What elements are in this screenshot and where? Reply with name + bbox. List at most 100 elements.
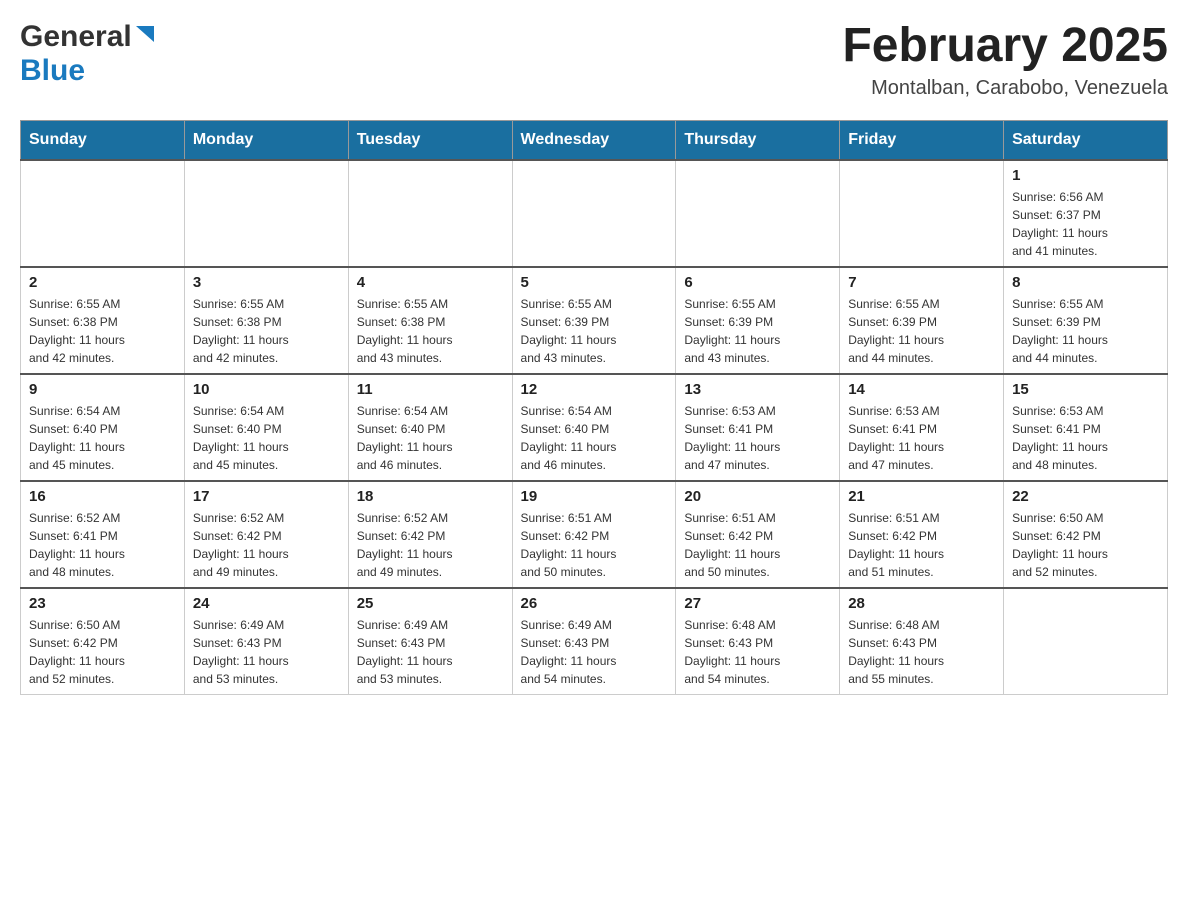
day-cell: 3 Sunrise: 6:55 AMSunset: 6:38 PMDaylight… (184, 267, 348, 374)
day-cell: 28 Sunrise: 6:48 AMSunset: 6:43 PMDayligh… (840, 588, 1004, 695)
day-cell: 9Sunrise: 6:54 AMSunset: 6:40 PMDaylight… (21, 374, 185, 481)
logo-triangle-icon (134, 26, 156, 44)
header-tuesday: Tuesday (348, 120, 512, 160)
day-number: 15 (1012, 381, 1159, 398)
day-info: Sunrise: 6:51 AMSunset: 6:42 PMDaylight:… (848, 509, 995, 581)
day-cell: 2 Sunrise: 6:55 AMSunset: 6:38 PMDaylight… (21, 267, 185, 374)
day-cell: 8 Sunrise: 6:55 AMSunset: 6:39 PMDaylight… (1004, 267, 1168, 374)
header-friday: Friday (840, 120, 1004, 160)
header-saturday: Saturday (1004, 120, 1168, 160)
day-cell: 4 Sunrise: 6:55 AMSunset: 6:38 PMDaylight… (348, 267, 512, 374)
day-info: Sunrise: 6:53 AMSunset: 6:41 PMDaylight:… (1012, 402, 1159, 474)
day-number: 6 (684, 274, 831, 291)
day-info: Sunrise: 6:54 AMSunset: 6:40 PMDaylight:… (193, 402, 340, 474)
day-info: Sunrise: 6:52 AMSunset: 6:42 PMDaylight:… (193, 509, 340, 581)
day-number: 20 (684, 488, 831, 505)
day-info: Sunrise: 6:56 AMSunset: 6:37 PMDaylight:… (1012, 188, 1159, 260)
day-number: 21 (848, 488, 995, 505)
week-row-2: 2 Sunrise: 6:55 AMSunset: 6:38 PMDaylight… (21, 267, 1168, 374)
day-number: 23 (29, 595, 176, 612)
week-row-5: 23 Sunrise: 6:50 AMSunset: 6:42 PMDayligh… (21, 588, 1168, 695)
day-number: 7 (848, 274, 995, 291)
day-cell: 26 Sunrise: 6:49 AMSunset: 6:43 PMDayligh… (512, 588, 676, 695)
day-info: Sunrise: 6:54 AMSunset: 6:40 PMDaylight:… (357, 402, 504, 474)
day-number: 28 (848, 595, 995, 612)
logo-general-text: General (20, 20, 132, 54)
day-info: Sunrise: 6:48 AMSunset: 6:43 PMDaylight:… (848, 616, 995, 688)
day-cell (676, 160, 840, 267)
day-cell (840, 160, 1004, 267)
day-number: 16 (29, 488, 176, 505)
day-cell: 11Sunrise: 6:54 AMSunset: 6:40 PMDayligh… (348, 374, 512, 481)
title-block: February 2025 Montalban, Carabobo, Venez… (842, 20, 1168, 100)
week-row-3: 9 Sunrise: 6:54 AMSunset: 6:40 PMDaylight… (21, 374, 1168, 481)
day-info: Sunrise: 6:49 AMSunset: 6:43 PMDaylight:… (357, 616, 504, 688)
day-info: Sunrise: 6:55 AMSunset: 6:38 PMDaylight:… (29, 295, 176, 367)
day-cell: 6 Sunrise: 6:55 AMSunset: 6:39 PMDaylight… (676, 267, 840, 374)
day-info: Sunrise: 6:55 AMSunset: 6:39 PMDaylight:… (684, 295, 831, 367)
day-info: Sunrise: 6:51 AMSunset: 6:42 PMDaylight:… (684, 509, 831, 581)
day-cell: 13Sunrise: 6:53 AMSunset: 6:41 PMDayligh… (676, 374, 840, 481)
day-number: 10 (193, 381, 340, 398)
day-cell: 19 Sunrise: 6:51 AMSunset: 6:42 PMDayligh… (512, 481, 676, 588)
logo: General Blue (20, 20, 156, 88)
day-cell: 20 Sunrise: 6:51 AMSunset: 6:42 PMDayligh… (676, 481, 840, 588)
day-cell: 12 Sunrise: 6:54 AMSunset: 6:40 PMDayligh… (512, 374, 676, 481)
day-number: 25 (357, 595, 504, 612)
day-info: Sunrise: 6:55 AMSunset: 6:39 PMDaylight:… (848, 295, 995, 367)
day-number: 8 (1012, 274, 1159, 291)
header-monday: Monday (184, 120, 348, 160)
day-number: 19 (521, 488, 668, 505)
day-number: 5 (521, 274, 668, 291)
page-header: General Blue February 2025 Montalban, Ca… (20, 20, 1168, 100)
day-info: Sunrise: 6:54 AMSunset: 6:40 PMDaylight:… (521, 402, 668, 474)
day-number: 2 (29, 274, 176, 291)
day-info: Sunrise: 6:55 AMSunset: 6:38 PMDaylight:… (357, 295, 504, 367)
day-number: 1 (1012, 167, 1159, 184)
header-thursday: Thursday (676, 120, 840, 160)
day-cell: 23 Sunrise: 6:50 AMSunset: 6:42 PMDayligh… (21, 588, 185, 695)
day-cell: 14Sunrise: 6:53 AMSunset: 6:41 PMDayligh… (840, 374, 1004, 481)
day-info: Sunrise: 6:52 AMSunset: 6:41 PMDaylight:… (29, 509, 176, 581)
day-cell: 10 Sunrise: 6:54 AMSunset: 6:40 PMDayligh… (184, 374, 348, 481)
day-cell: 17 Sunrise: 6:52 AMSunset: 6:42 PMDayligh… (184, 481, 348, 588)
day-number: 9 (29, 381, 176, 398)
day-number: 3 (193, 274, 340, 291)
day-number: 22 (1012, 488, 1159, 505)
header-sunday: Sunday (21, 120, 185, 160)
day-number: 18 (357, 488, 504, 505)
day-info: Sunrise: 6:55 AMSunset: 6:38 PMDaylight:… (193, 295, 340, 367)
day-cell: 21 Sunrise: 6:51 AMSunset: 6:42 PMDayligh… (840, 481, 1004, 588)
day-number: 24 (193, 595, 340, 612)
day-cell: 24 Sunrise: 6:49 AMSunset: 6:43 PMDayligh… (184, 588, 348, 695)
day-cell: 15 Sunrise: 6:53 AMSunset: 6:41 PMDayligh… (1004, 374, 1168, 481)
day-number: 17 (193, 488, 340, 505)
day-number: 12 (521, 381, 668, 398)
day-info: Sunrise: 6:48 AMSunset: 6:43 PMDaylight:… (684, 616, 831, 688)
day-info: Sunrise: 6:50 AMSunset: 6:42 PMDaylight:… (29, 616, 176, 688)
location-text: Montalban, Carabobo, Venezuela (842, 77, 1168, 100)
week-row-1: 1 Sunrise: 6:56 AMSunset: 6:37 PMDaylight… (21, 160, 1168, 267)
day-info: Sunrise: 6:49 AMSunset: 6:43 PMDaylight:… (521, 616, 668, 688)
day-cell (512, 160, 676, 267)
logo-blue-text: Blue (20, 54, 85, 87)
day-info: Sunrise: 6:49 AMSunset: 6:43 PMDaylight:… (193, 616, 340, 688)
day-info: Sunrise: 6:55 AMSunset: 6:39 PMDaylight:… (521, 295, 668, 367)
day-cell (1004, 588, 1168, 695)
day-info: Sunrise: 6:53 AMSunset: 6:41 PMDaylight:… (848, 402, 995, 474)
weekday-header-row: Sunday Monday Tuesday Wednesday Thursday… (21, 120, 1168, 160)
header-wednesday: Wednesday (512, 120, 676, 160)
day-number: 4 (357, 274, 504, 291)
week-row-4: 16 Sunrise: 6:52 AMSunset: 6:41 PMDayligh… (21, 481, 1168, 588)
day-cell: 7 Sunrise: 6:55 AMSunset: 6:39 PMDaylight… (840, 267, 1004, 374)
day-info: Sunrise: 6:52 AMSunset: 6:42 PMDaylight:… (357, 509, 504, 581)
day-info: Sunrise: 6:51 AMSunset: 6:42 PMDaylight:… (521, 509, 668, 581)
day-number: 26 (521, 595, 668, 612)
day-cell: 1 Sunrise: 6:56 AMSunset: 6:37 PMDaylight… (1004, 160, 1168, 267)
day-cell: 18 Sunrise: 6:52 AMSunset: 6:42 PMDayligh… (348, 481, 512, 588)
day-info: Sunrise: 6:53 AMSunset: 6:41 PMDaylight:… (684, 402, 831, 474)
day-info: Sunrise: 6:55 AMSunset: 6:39 PMDaylight:… (1012, 295, 1159, 367)
calendar-table: Sunday Monday Tuesday Wednesday Thursday… (20, 120, 1168, 695)
day-cell: 5 Sunrise: 6:55 AMSunset: 6:39 PMDaylight… (512, 267, 676, 374)
month-title: February 2025 (842, 20, 1168, 73)
